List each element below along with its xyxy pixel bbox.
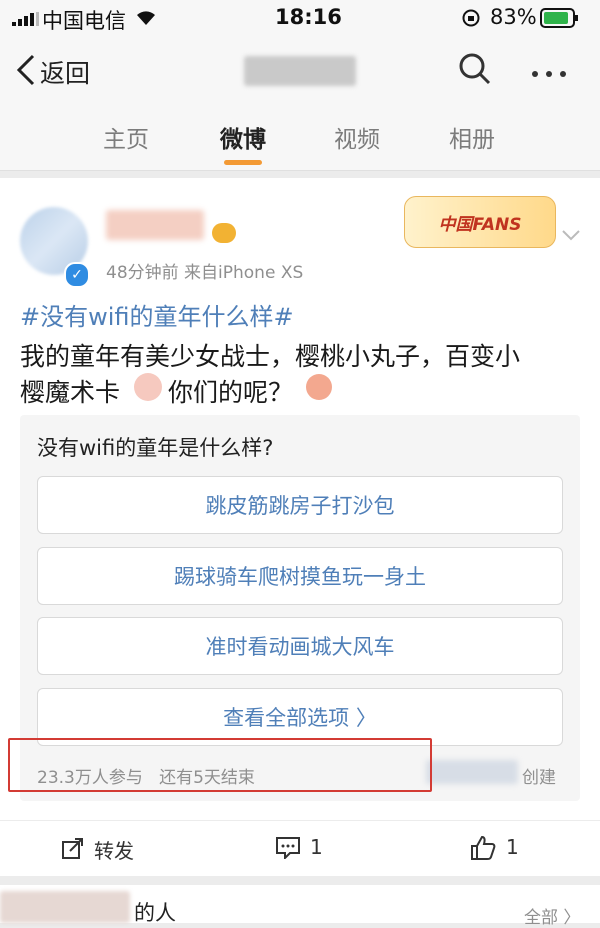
signal-icon <box>12 11 40 30</box>
comment-button[interactable]: 1 <box>276 835 356 865</box>
tab-video[interactable]: 视频 <box>334 120 380 154</box>
avatar-redacted <box>0 891 130 923</box>
emoji-icon <box>134 373 162 401</box>
tab-album[interactable]: 相册 <box>449 120 495 154</box>
like-button[interactable]: 1 <box>470 835 550 865</box>
nav-bar: 返回 <box>0 36 600 104</box>
more-icon[interactable] <box>530 64 570 83</box>
back-button[interactable]: 返回 <box>16 50 106 90</box>
comment-count: 1 <box>310 835 323 859</box>
fans-badge-text: 中国FANS <box>438 214 522 235</box>
creator-suffix: 创建 <box>522 768 556 788</box>
view-all-link[interactable]: 全部 〉 <box>524 903 580 928</box>
thumbs-up-icon <box>470 835 496 865</box>
chevron-down-icon[interactable] <box>561 226 581 245</box>
search-icon[interactable] <box>458 52 492 90</box>
battery-percent: 83% <box>490 5 537 29</box>
poll-option-label: 准时看动画城大风车 <box>205 635 395 659</box>
topic-link[interactable]: #没有wifi的童年什么样# <box>20 297 294 332</box>
post-text-line-2b: 你们的呢？ <box>168 378 294 407</box>
poll-question: 没有wifi的童年是什么样? <box>37 436 274 460</box>
post-text-line-1: 我的童年有美少女战士，樱桃小丸子，百变小 <box>20 342 521 371</box>
profile-tabs: 主页 微博 视频 相册 <box>0 104 600 171</box>
poll-option-3[interactable]: 准时看动画城大风车 <box>37 617 563 675</box>
like-count: 1 <box>506 835 519 859</box>
repost-button[interactable]: 转发 <box>62 835 182 865</box>
poll-option-2[interactable]: 踢球骑车爬树摸鱼玩一身土 <box>37 547 563 605</box>
next-section: 的人 全部 〉 <box>0 885 600 928</box>
clock: 18:16 <box>275 5 342 29</box>
verified-badge-icon: ✓ <box>64 262 90 288</box>
tab-weibo[interactable]: 微博 <box>220 120 266 154</box>
page-title-redacted <box>244 56 356 86</box>
view-all-label: 查看全部选项 〉 <box>223 706 377 730</box>
post-text-line-2a: 樱魔术卡 <box>20 378 121 407</box>
fans-badge: 中国FANS <box>404 196 556 248</box>
highlight-annotation-box <box>8 738 432 792</box>
carrier-label: 中国电信 <box>42 9 126 33</box>
repost-label: 转发 <box>94 839 134 863</box>
username-redacted[interactable] <box>106 210 204 240</box>
status-bar: 中国电信 18:16 83% <box>0 0 600 36</box>
wifi-icon <box>134 8 158 30</box>
orientation-lock-icon <box>462 9 480 31</box>
battery-icon <box>540 8 580 32</box>
tab-home[interactable]: 主页 <box>103 120 149 154</box>
creator-name-redacted[interactable] <box>426 760 518 784</box>
post-actions: 转发 1 1 <box>0 820 600 876</box>
post-meta: 48分钟前 来自iPhone XS <box>106 263 304 283</box>
poll-option-label: 跳皮筋跳房子打沙包 <box>205 494 395 518</box>
poll-option-1[interactable]: 跳皮筋跳房子打沙包 <box>37 476 563 534</box>
member-crown-icon <box>212 223 236 243</box>
share-icon <box>62 837 84 863</box>
active-tab-indicator <box>224 160 262 165</box>
comment-icon <box>276 837 300 863</box>
emoji-icon <box>306 374 332 400</box>
back-label: 返回 <box>40 59 91 88</box>
poll-option-label: 踢球骑车爬树摸鱼玩一身土 <box>174 565 426 589</box>
chevron-left-icon <box>16 54 36 90</box>
